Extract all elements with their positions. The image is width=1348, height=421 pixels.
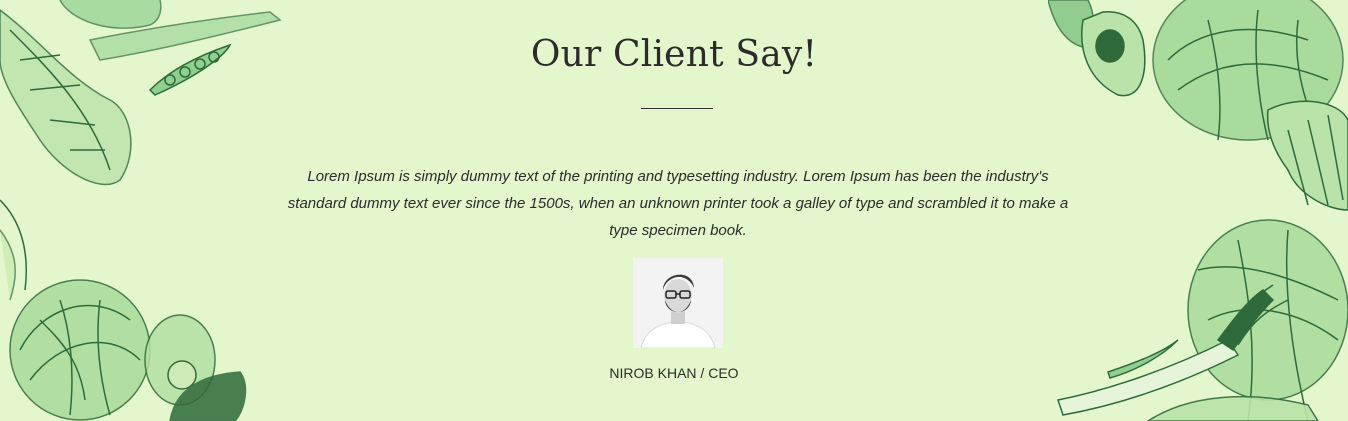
heading-divider xyxy=(641,108,713,109)
section-heading: Our Client Say! xyxy=(530,34,818,75)
person-photo-icon xyxy=(633,258,723,348)
client-name: NIROB KHAN / CEO xyxy=(609,365,739,381)
client-avatar xyxy=(633,258,723,348)
testimonial-section: Our Client Say! Lorem Ipsum is simply du… xyxy=(0,0,1348,421)
testimonial-quote: Lorem Ipsum is simply dummy text of the … xyxy=(287,168,1069,239)
